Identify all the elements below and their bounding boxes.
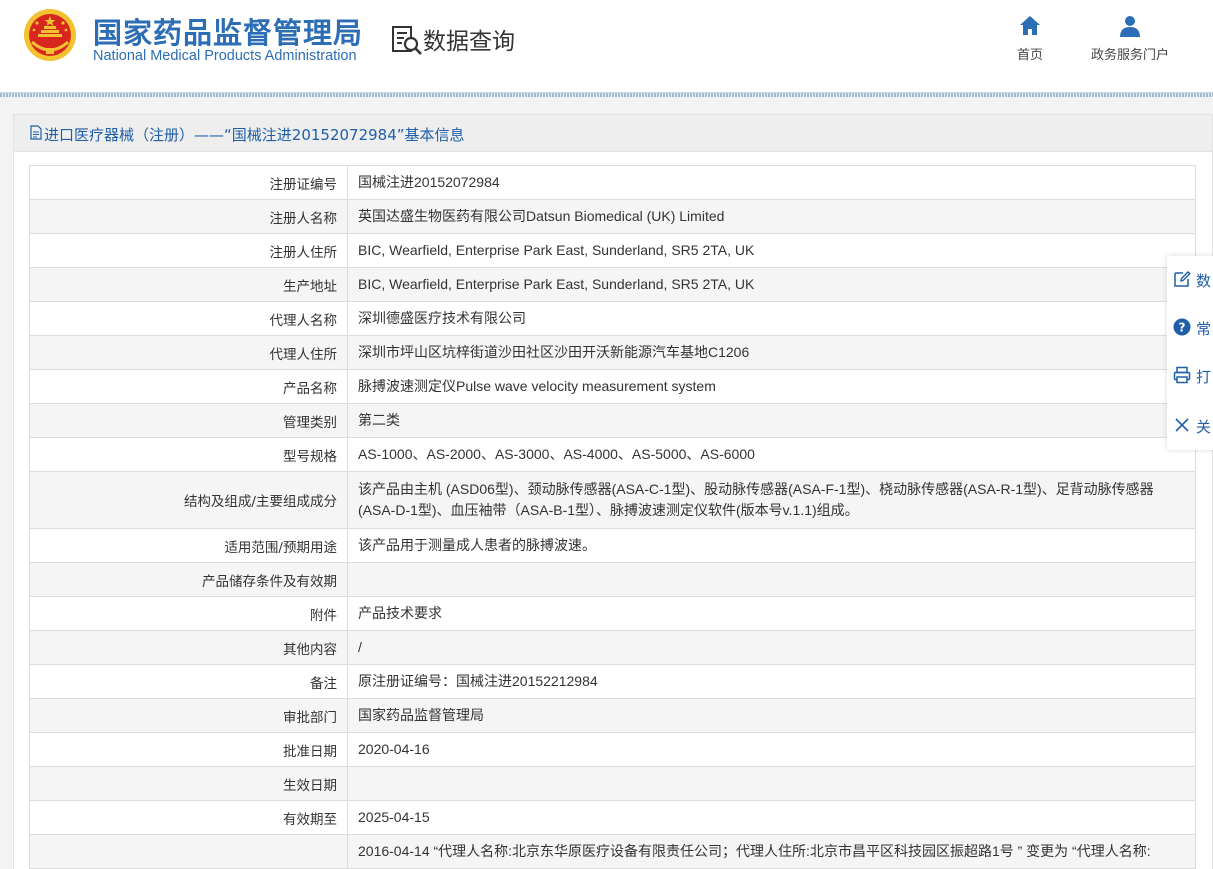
- panel-title: 进口医疗器械（注册）——“国械注进20152072984”基本信息: [44, 126, 465, 144]
- row-label: 批准日期: [29, 732, 348, 767]
- user-icon: [1120, 16, 1140, 37]
- table-row: 注册人名称 英国达盛生物医药有限公司Datsun Biomedical (UK) …: [29, 199, 1196, 234]
- registration-info-table: 注册证编号 国械注进20152072984 注册人名称 英国达盛生物医药有限公司Da…: [29, 165, 1196, 869]
- header-divider: [0, 92, 1213, 97]
- row-value: 第二类: [347, 403, 1196, 438]
- nav-home[interactable]: 首页: [1010, 14, 1050, 63]
- side-item-data[interactable]: 数: [1167, 256, 1213, 304]
- table-row: 代理人名称 深圳德盛医疗技术有限公司: [29, 301, 1196, 336]
- side-item-faq[interactable]: ? 常: [1167, 304, 1213, 352]
- row-value: 深圳市坪山区坑梓街道沙田社区沙田开沃新能源汽车基地C1206: [347, 335, 1196, 370]
- row-label: 注册人住所: [29, 233, 348, 268]
- row-label: 注册人名称: [29, 199, 348, 234]
- row-value: 深圳德盛医疗技术有限公司: [347, 301, 1196, 336]
- row-label: 管理类别: [29, 403, 348, 438]
- row-value: [347, 562, 1196, 597]
- print-icon: [1173, 366, 1191, 384]
- table-row: 有效期至 2025-04-15: [29, 800, 1196, 835]
- nav-home-label: 首页: [1016, 48, 1043, 63]
- table-row: 生产地址 BIC, Wearfield, Enterprise Park East…: [29, 267, 1196, 302]
- data-query-title: 数据查询: [423, 29, 515, 55]
- row-label: 生产地址: [29, 267, 348, 302]
- row-label: 生效日期: [29, 766, 348, 801]
- row-label: 代理人住所: [29, 335, 348, 370]
- table-row: 备注 原注册证编号：国械注进20152212984: [29, 664, 1196, 699]
- site-header: 国家药品监督管理局 National Medical Products Admi…: [0, 0, 1213, 92]
- row-value: [347, 766, 1196, 801]
- side-item-close[interactable]: 关: [1167, 402, 1213, 450]
- national-emblem-icon: [24, 9, 76, 61]
- close-icon: [1175, 418, 1189, 432]
- row-label: 审批部门: [29, 698, 348, 733]
- table-row: 适用范围/预期用途 该产品用于测量成人患者的脉搏波速。: [29, 528, 1196, 563]
- table-row: 管理类别 第二类: [29, 403, 1196, 438]
- table-row: 结构及组成/主要组成成分 该产品由主机 (ASD06型)、颈动脉传感器(ASA-C…: [29, 471, 1196, 529]
- panel-title-bar: 进口医疗器械（注册）——“国械注进20152072984”基本信息: [14, 115, 1212, 152]
- side-item-label: 关: [1196, 418, 1212, 436]
- row-label: 其他内容: [29, 630, 348, 665]
- row-label: 型号规格: [29, 437, 348, 472]
- row-label: 适用范围/预期用途: [29, 528, 348, 563]
- table-row: 注册证编号 国械注进20152072984: [29, 165, 1196, 200]
- row-value: 脉搏波速测定仪Pulse wave velocity measurement s…: [347, 369, 1196, 404]
- help-icon: ?: [1173, 318, 1191, 336]
- row-label: 结构及组成/主要组成成分: [29, 471, 348, 529]
- row-value-change-history: 2016-04-14 “代理人名称:北京东华原医疗设备有限责任公司；代理人住所:…: [347, 834, 1196, 869]
- side-item-label: 数: [1196, 272, 1212, 290]
- row-value: 该产品由主机 (ASD06型)、颈动脉传感器(ASA-C-1型)、股动脉传感器(…: [347, 471, 1196, 529]
- table-row: 批准日期 2020-04-16: [29, 732, 1196, 767]
- row-value: BIC, Wearfield, Enterprise Park East, Su…: [347, 267, 1196, 302]
- row-label: 注册证编号: [29, 165, 348, 200]
- row-label: 有效期至: [29, 800, 348, 835]
- home-icon: [1020, 16, 1040, 35]
- table-row: 产品名称 脉搏波速测定仪Pulse wave velocity measureme…: [29, 369, 1196, 404]
- side-toolbar: 数 ? 常 打 关: [1167, 256, 1213, 450]
- row-value: 产品技术要求: [347, 596, 1196, 631]
- row-value: 国家药品监督管理局: [347, 698, 1196, 733]
- table-row: 生效日期: [29, 766, 1196, 801]
- side-item-label: 常: [1196, 320, 1212, 338]
- table-row: 附件 产品技术要求: [29, 596, 1196, 631]
- table-row: 代理人住所 深圳市坪山区坑梓街道沙田社区沙田开沃新能源汽车基地C1206: [29, 335, 1196, 370]
- table-row: 2016-04-14 “代理人名称:北京东华原医疗设备有限责任公司；代理人住所:…: [29, 834, 1196, 869]
- side-item-label: 打: [1196, 368, 1212, 386]
- table-row: 其他内容 /: [29, 630, 1196, 665]
- data-query-icon: [392, 26, 422, 55]
- svg-text:?: ?: [1179, 321, 1186, 335]
- row-value: 2020-04-16: [347, 732, 1196, 767]
- table-row: 审批部门 国家药品监督管理局: [29, 698, 1196, 733]
- edit-icon: [1174, 271, 1191, 287]
- row-value: 该产品用于测量成人患者的脉搏波速。: [347, 528, 1196, 563]
- nav-service-portal[interactable]: 政务服务门户: [1085, 14, 1175, 63]
- row-value: 国械注进20152072984: [347, 165, 1196, 200]
- row-label: [29, 834, 348, 869]
- side-item-print[interactable]: 打: [1167, 352, 1213, 400]
- brand-name-en: National Medical Products Administration: [93, 48, 357, 64]
- row-value: 原注册证编号：国械注进20152212984: [347, 664, 1196, 699]
- nav-service-portal-label: 政务服务门户: [1090, 48, 1169, 63]
- row-label: 备注: [29, 664, 348, 699]
- row-value: AS-1000、AS-2000、AS-3000、AS-4000、AS-5000、…: [347, 437, 1196, 472]
- row-value: BIC, Wearfield, Enterprise Park East, Su…: [347, 233, 1196, 268]
- document-icon: [30, 125, 42, 140]
- row-label: 代理人名称: [29, 301, 348, 336]
- detail-panel: 进口医疗器械（注册）——“国械注进20152072984”基本信息 注册证编号国…: [13, 114, 1213, 869]
- brand-name-cn: 国家药品监督管理局: [93, 16, 364, 50]
- table-row: 产品储存条件及有效期: [29, 562, 1196, 597]
- table-row: 型号规格 AS-1000、AS-2000、AS-3000、AS-4000、AS-5…: [29, 437, 1196, 472]
- table-row: 注册人住所 BIC, Wearfield, Enterprise Park Eas…: [29, 233, 1196, 268]
- row-label: 产品名称: [29, 369, 348, 404]
- row-label: 产品储存条件及有效期: [29, 562, 348, 597]
- row-value: 英国达盛生物医药有限公司Datsun Biomedical (UK) Limit…: [347, 199, 1196, 234]
- row-label: 附件: [29, 596, 348, 631]
- row-value: 2025-04-15: [347, 800, 1196, 835]
- row-value: /: [347, 630, 1196, 665]
